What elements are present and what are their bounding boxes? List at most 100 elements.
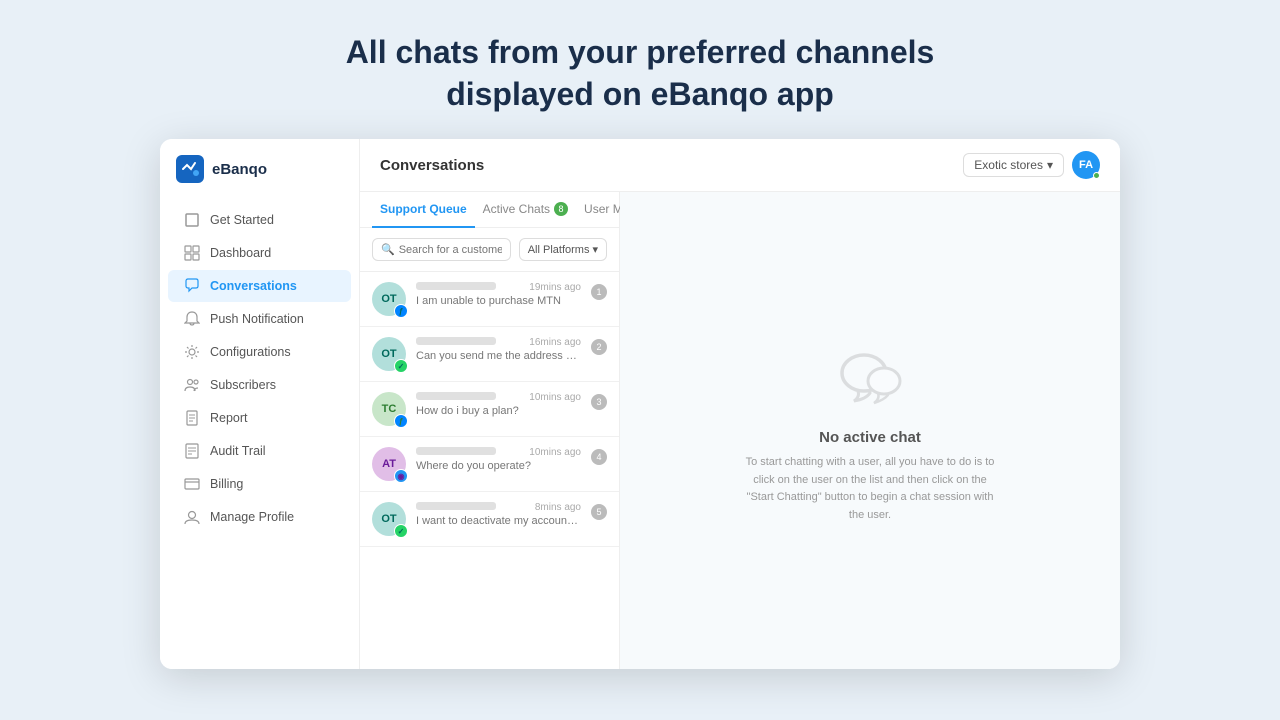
chat-message: How do i buy a plan? (416, 405, 581, 417)
chevron-down-icon: ▾ (1047, 158, 1053, 172)
chevron-icon: ▾ (592, 243, 598, 256)
sidebar-item-conversations[interactable]: Conversations (168, 270, 351, 302)
chat-avatar: OT ✓ (372, 337, 406, 371)
store-selector[interactable]: Exotic stores ▾ (963, 153, 1064, 177)
chat-count: 1 (591, 284, 607, 300)
hero-title: All chats from your preferred channels d… (290, 0, 990, 139)
nav-label-audit-trail: Audit Trail (210, 444, 266, 458)
get-started-icon (184, 212, 200, 228)
nav-label-push-notification: Push Notification (210, 312, 304, 326)
chat-list-item[interactable]: OT ✓ 16mins ago Can you send me the addr… (360, 327, 619, 382)
chat-avatar: OT ✓ (372, 502, 406, 536)
chat-name-row: 19mins ago (416, 282, 581, 293)
report-icon (184, 410, 200, 426)
chat-name (416, 502, 496, 510)
app-window: eBanqo Get Started Dashboard Conversations… (160, 139, 1120, 669)
sidebar-item-get-started[interactable]: Get Started (168, 204, 351, 236)
chat-initials: TC (382, 403, 397, 415)
chat-list-item[interactable]: TC ƒ 10mins ago How do i buy a plan? 3 (360, 382, 619, 437)
search-input[interactable] (399, 244, 502, 256)
nav-label-subscribers: Subscribers (210, 378, 276, 392)
sidebar-item-push-notification[interactable]: Push Notification (168, 303, 351, 335)
chat-name-row: 10mins ago (416, 447, 581, 458)
topbar-right: Exotic stores ▾ FA (963, 151, 1100, 179)
sidebar-item-dashboard[interactable]: Dashboard (168, 237, 351, 269)
sidebar-item-configurations[interactable]: Configurations (168, 336, 351, 368)
chat-initials: OT (381, 348, 396, 360)
tab-label-active-chats: Active Chats (483, 202, 550, 216)
nav-label-get-started: Get Started (210, 213, 274, 227)
chat-message: Where do you operate? (416, 460, 581, 472)
platform-label: All Platforms (528, 244, 590, 256)
chat-avatar: TC ƒ (372, 392, 406, 426)
billing-icon (184, 476, 200, 492)
tab-support-queue[interactable]: Support Queue (372, 192, 475, 228)
chat-list-item[interactable]: AT ◉ 10mins ago Where do you operate? 4 (360, 437, 619, 492)
chat-message: I want to deactivate my account today. H… (416, 515, 581, 527)
nav-label-conversations: Conversations (210, 279, 297, 293)
chat-list-item[interactable]: OT ƒ 19mins ago I am unable to purchase … (360, 272, 619, 327)
chat-time: 8mins ago (535, 502, 581, 513)
chat-info: 10mins ago Where do you operate? (416, 447, 581, 472)
no-chat-icon (830, 337, 910, 417)
sidebar-item-audit-trail[interactable]: Audit Trail (168, 435, 351, 467)
chat-info: 8mins ago I want to deactivate my accoun… (416, 502, 581, 527)
user-avatar[interactable]: FA (1072, 151, 1100, 179)
tab-active-chats[interactable]: Active Chats8 (475, 192, 576, 228)
platform-icon-messenger: ƒ (394, 414, 408, 428)
dashboard-icon (184, 245, 200, 261)
chat-initials: OT (381, 513, 396, 525)
sidebar-item-billing[interactable]: Billing (168, 468, 351, 500)
logo-text: eBanqo (212, 161, 267, 178)
sidebar: eBanqo Get Started Dashboard Conversations… (160, 139, 360, 669)
chat-name (416, 392, 496, 400)
push-notification-icon (184, 311, 200, 327)
sidebar-item-report[interactable]: Report (168, 402, 351, 434)
platform-icon-chat: ◉ (394, 469, 408, 483)
chat-name (416, 447, 496, 455)
logo-area: eBanqo (160, 155, 359, 203)
main-area: Conversations Exotic stores ▾ FA Support… (360, 139, 1120, 669)
nav-list: Get Started Dashboard Conversations Push No… (160, 203, 359, 534)
chat-count: 2 (591, 339, 607, 355)
chat-name-row: 10mins ago (416, 392, 581, 403)
subscribers-icon (184, 377, 200, 393)
platform-icon-messenger: ƒ (394, 304, 408, 318)
chat-view-panel: No active chat To start chatting with a … (620, 192, 1120, 669)
chat-count: 4 (591, 449, 607, 465)
chat-name (416, 337, 496, 345)
chat-initials: AT (382, 458, 396, 470)
chat-avatar: AT ◉ (372, 447, 406, 481)
logo-icon (176, 155, 204, 183)
search-input-wrap[interactable]: 🔍 (372, 238, 511, 261)
chat-message: I am unable to purchase MTN (416, 295, 581, 307)
nav-label-configurations: Configurations (210, 345, 291, 359)
tab-label-support-queue: Support Queue (380, 202, 467, 216)
audit-trail-icon (184, 443, 200, 459)
chat-name-row: 8mins ago (416, 502, 581, 513)
topbar: Conversations Exotic stores ▾ FA (360, 139, 1120, 192)
content-area: Support QueueActive Chats8User MessagesF… (360, 192, 1120, 669)
nav-label-manage-profile: Manage Profile (210, 510, 294, 524)
chat-info: 19mins ago I am unable to purchase MTN (416, 282, 581, 307)
nav-label-billing: Billing (210, 477, 243, 491)
sidebar-item-subscribers[interactable]: Subscribers (168, 369, 351, 401)
platform-icon-whatsapp: ✓ (394, 359, 408, 373)
conversations-icon (184, 278, 200, 294)
chat-info: 10mins ago How do i buy a plan? (416, 392, 581, 417)
sidebar-item-manage-profile[interactable]: Manage Profile (168, 501, 351, 533)
chat-list-item[interactable]: OT ✓ 8mins ago I want to deactivate my a… (360, 492, 619, 547)
chat-time: 10mins ago (529, 392, 581, 403)
avatar-initials: FA (1079, 159, 1093, 171)
chat-message: Can you send me the address of your offi… (416, 350, 581, 362)
chat-list-panel: Support QueueActive Chats8User MessagesF… (360, 192, 620, 669)
chat-initials: OT (381, 293, 396, 305)
no-chat-title: No active chat (819, 429, 921, 446)
chat-name-row: 16mins ago (416, 337, 581, 348)
chat-list: OT ƒ 19mins ago I am unable to purchase … (360, 272, 619, 669)
platform-filter[interactable]: All Platforms ▾ (519, 238, 607, 261)
search-bar: 🔍 All Platforms ▾ (360, 228, 619, 272)
search-icon: 🔍 (381, 243, 395, 256)
nav-label-dashboard: Dashboard (210, 246, 271, 260)
configurations-icon (184, 344, 200, 360)
